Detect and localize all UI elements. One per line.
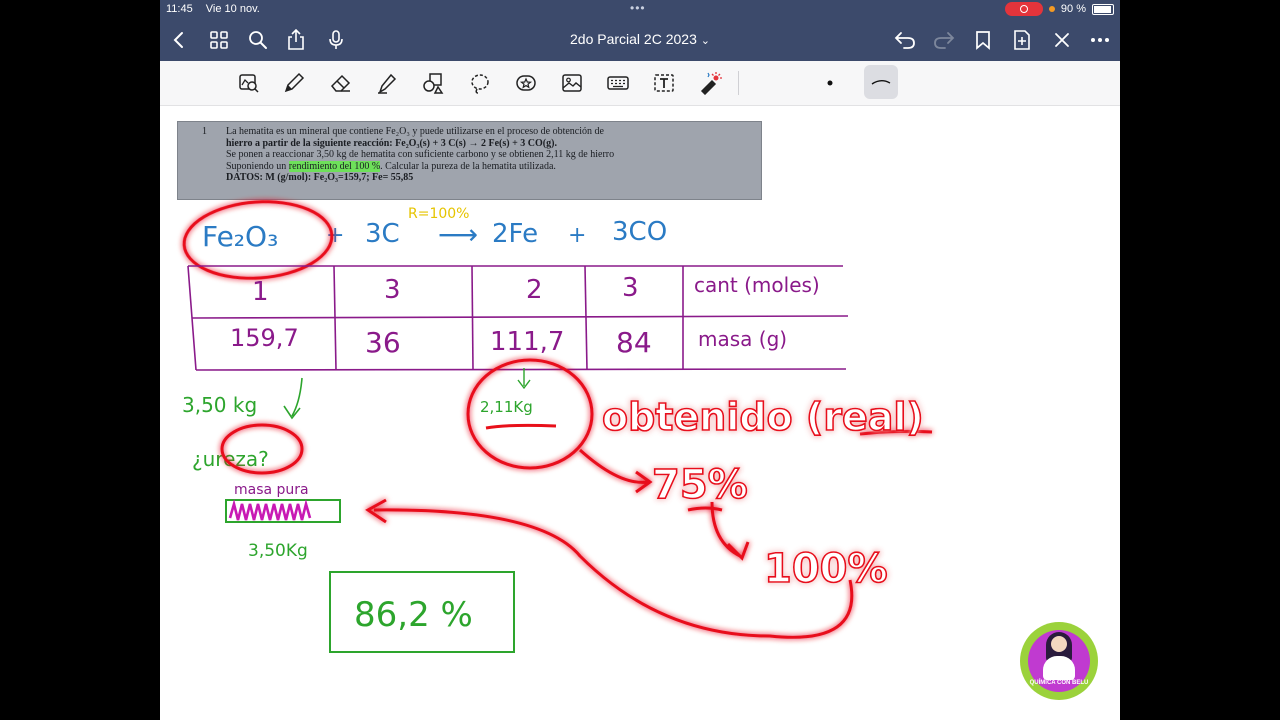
purity-result: 86,2 % xyxy=(354,595,473,635)
moles-c: 3 xyxy=(384,275,401,305)
title-chevron-down-icon: ⌄ xyxy=(700,35,710,47)
sample-bar-label: 3,50Kg xyxy=(248,541,308,561)
stroke-thin-option[interactable] xyxy=(864,65,898,99)
row-label-mass: masa (g) xyxy=(698,327,787,351)
lasso-icon xyxy=(471,74,489,94)
percent-75: 75% xyxy=(652,462,748,508)
arrow-to-75-icon xyxy=(578,448,653,494)
shapes-tool[interactable] xyxy=(419,69,447,97)
obtained-mass-underline xyxy=(485,423,557,430)
logo-body xyxy=(1043,656,1075,680)
shapes-icon xyxy=(423,73,444,94)
equation-fe2o3: Fe₂O₃ xyxy=(202,220,278,253)
notebook-page[interactable]: 1 La hematita es un mineral que contiene… xyxy=(160,106,1120,720)
dot-stroke-icon xyxy=(827,80,833,86)
add-page-button[interactable] xyxy=(1008,26,1036,54)
laser-pointer-icon xyxy=(700,72,722,95)
text-box-icon xyxy=(654,74,674,92)
bookmark-icon xyxy=(976,31,990,50)
mass-c: 36 xyxy=(365,326,401,359)
text-box-tool[interactable] xyxy=(650,69,678,97)
highlighter-tool[interactable] xyxy=(373,69,401,97)
eraser-icon xyxy=(330,74,351,92)
toolbar-separator xyxy=(738,71,739,95)
close-icon xyxy=(1055,33,1069,47)
row-label-moles: cant (moles) xyxy=(694,273,820,297)
small-down-arrow-icon xyxy=(517,368,531,390)
underline-75 xyxy=(687,506,723,512)
eraser-tool[interactable] xyxy=(327,69,355,97)
logo-face xyxy=(1051,636,1067,652)
pure-mass-label: masa pura xyxy=(234,482,309,498)
status-time: 11:45 xyxy=(166,3,193,15)
percent-100: 100% xyxy=(764,546,888,592)
status-date: Vie 10 nov. xyxy=(205,3,260,15)
obtained-real-label: obtenido (real) xyxy=(602,395,924,439)
battery-icon xyxy=(1092,3,1114,15)
more-options-button[interactable] xyxy=(1086,26,1114,54)
document-title-text: 2do Parcial 2C 2023 xyxy=(570,31,697,47)
battery-percent: 90 % xyxy=(1060,3,1086,15)
mass-fe2o3: 159,7 xyxy=(230,324,299,352)
reaction-arrow: ⟶ xyxy=(438,218,478,251)
pure-fraction-fill xyxy=(228,498,312,521)
status-bar-left: 11:45 Vie 10 nov. xyxy=(166,3,270,15)
keyboard-icon xyxy=(607,76,629,90)
lasso-tool[interactable] xyxy=(466,69,494,97)
channel-logo: QUÍMICA CON BELU xyxy=(1020,622,1098,700)
mass-fe: 111,7 xyxy=(490,327,564,357)
sticker-tool[interactable] xyxy=(512,69,540,97)
laser-pointer-tool[interactable] xyxy=(696,69,724,97)
handwritten-notes-layer: Fe₂O₃ + 3C R=100% ⟶ 2Fe + 3CO 1 3 2 3 ca… xyxy=(182,200,933,653)
top-bar: 11:45 Vie 10 nov. ••• 90 % 2do Parcial 2… xyxy=(160,0,1120,61)
moles-fe2o3: 1 xyxy=(252,277,269,307)
redo-icon xyxy=(934,32,955,49)
add-page-icon xyxy=(1014,30,1030,50)
bookmark-button[interactable] xyxy=(969,26,997,54)
redo-button[interactable] xyxy=(930,26,958,54)
image-icon xyxy=(562,74,582,92)
logo-text: QUÍMICA CON BELU xyxy=(1029,680,1089,686)
mic-indicator-icon xyxy=(1048,6,1055,12)
equation-3co: 3CO xyxy=(612,217,667,247)
lasso-zoom-tool[interactable] xyxy=(235,69,263,97)
undo-button[interactable] xyxy=(891,26,919,54)
equation-plus-2: + xyxy=(568,223,586,248)
down-arrow-icon xyxy=(283,377,303,420)
equation-2fe: 2Fe xyxy=(492,219,538,249)
given-mass: 3,50 kg xyxy=(182,393,257,417)
undo-icon xyxy=(894,32,915,49)
pen-icon xyxy=(284,72,305,93)
pen-tool[interactable] xyxy=(280,69,308,97)
close-button[interactable] xyxy=(1048,26,1076,54)
lasso-zoom-icon xyxy=(239,74,259,93)
obtained-mass: 2,11Kg xyxy=(480,398,533,416)
moles-fe: 2 xyxy=(526,275,543,305)
equation-3c: 3C xyxy=(365,219,400,249)
stroke-dot-option[interactable] xyxy=(816,69,844,97)
thin-stroke-icon xyxy=(871,80,891,85)
status-bar-right: 90 % xyxy=(1004,2,1114,16)
mass-co: 84 xyxy=(616,326,652,359)
ipad-screen: 11:45 Vie 10 nov. ••• 90 % 2do Parcial 2… xyxy=(160,0,1120,720)
highlighter-icon xyxy=(378,73,397,94)
sticker-icon xyxy=(516,75,536,91)
screen-recording-icon[interactable] xyxy=(1004,2,1043,16)
image-tool[interactable] xyxy=(558,69,586,97)
more-icon xyxy=(1091,38,1109,42)
keyboard-tool[interactable] xyxy=(604,69,632,97)
multitasking-dots-icon[interactable]: ••• xyxy=(630,1,646,15)
moles-co: 3 xyxy=(622,273,639,303)
purity-question: ¿ureza? xyxy=(192,447,269,471)
annotation-toolbar xyxy=(160,61,1120,106)
